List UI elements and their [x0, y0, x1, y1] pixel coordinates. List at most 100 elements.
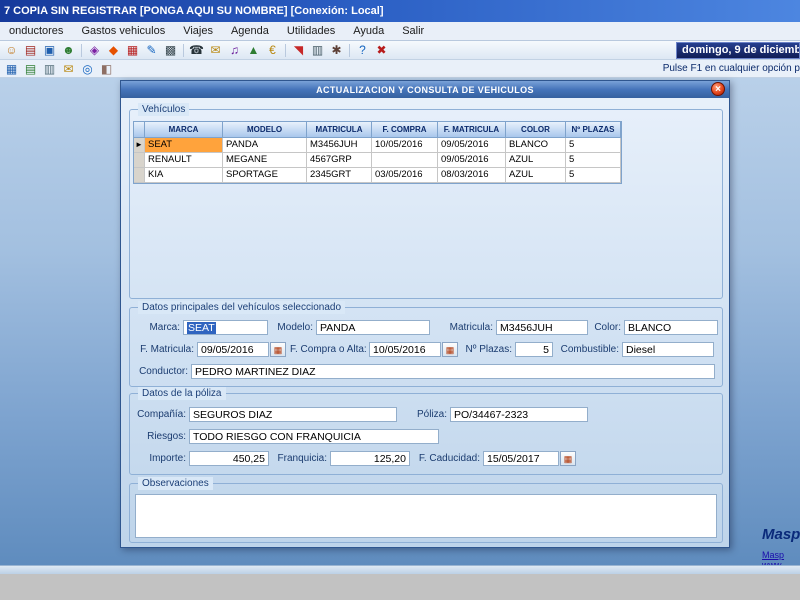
observations-group-label: Observaciones	[138, 477, 213, 490]
flag-icon[interactable]: ◥	[289, 42, 308, 59]
grid-cell[interactable]: 4567GRP	[307, 153, 372, 168]
caducidad-input[interactable]	[483, 451, 559, 466]
menu-item-agenda[interactable]: Agenda	[222, 23, 278, 39]
grid-col-header-plazas[interactable]: Nº PLAZAS	[566, 122, 621, 138]
dialog-title: ACTUALIZACION Y CONSULTA DE VEHICULOS	[316, 85, 534, 95]
matricula-input[interactable]	[496, 320, 588, 335]
grid-cell[interactable]: BLANCO	[506, 138, 566, 153]
franquicia-input[interactable]	[330, 451, 410, 466]
grid-col-header-matricula[interactable]: MATRICULA	[307, 122, 372, 138]
help-hint: Pulse F1 en cualquier opción p	[663, 63, 800, 74]
grid-cell[interactable]: 5	[566, 168, 621, 183]
menu-item-gastos-vehiculos[interactable]: Gastos vehiculos	[72, 23, 174, 39]
f-matricula-calendar-icon[interactable]: ▦	[270, 342, 286, 357]
combustible-input[interactable]	[622, 342, 714, 357]
marca-input[interactable]: SEAT	[183, 320, 268, 335]
observaciones-textarea[interactable]	[135, 494, 717, 538]
calendar-icon[interactable]: ▦	[123, 42, 142, 59]
modelo-input[interactable]	[316, 320, 430, 335]
notes-icon[interactable]: ✎	[142, 42, 161, 59]
f-compra-calendar-icon[interactable]: ▦	[442, 342, 458, 357]
secondary-toolbar: ▦ ▤ ▥ ✉ ◎ ◧ Pulse F1 en cualquier opción…	[0, 60, 800, 78]
grid-cell[interactable]: SEAT	[145, 138, 223, 153]
grid-cell[interactable]: 09/05/2016	[438, 153, 506, 168]
grid-cell[interactable]: 5	[566, 138, 621, 153]
importe-input[interactable]	[189, 451, 269, 466]
grid-col-header-f-matricula[interactable]: F. MATRICULA	[438, 122, 506, 138]
menu-bar: onductores Gastos vehiculos Viajes Agend…	[0, 22, 800, 41]
row-selected-marker-icon: ►	[134, 138, 145, 153]
table-row[interactable]: ► SEAT PANDA M3456JUH 10/05/2016 09/05/2…	[134, 138, 621, 153]
table-row[interactable]: KIA SPORTAGE 2345GRT 03/05/2016 08/03/20…	[134, 168, 621, 183]
grid-col-header-color[interactable]: COLOR	[506, 122, 566, 138]
exit-icon[interactable]: ✖	[372, 42, 391, 59]
grid-cell[interactable]: 5	[566, 153, 621, 168]
menu-item-viajes[interactable]: Viajes	[174, 23, 222, 39]
address-book-icon[interactable]: ▤	[21, 42, 40, 59]
riesgos-input[interactable]	[189, 429, 439, 444]
routes-icon[interactable]: ◈	[85, 42, 104, 59]
help-icon[interactable]: ?	[353, 42, 372, 59]
grid-cell[interactable]: KIA	[145, 168, 223, 183]
importe-label: Importe:	[136, 453, 186, 464]
card-icon[interactable]: ▤	[21, 60, 40, 77]
exit-door-icon[interactable]: ◧	[97, 60, 116, 77]
marca-selected-text: SEAT	[187, 322, 216, 334]
grid-col-header-f-compra[interactable]: F. COMPRA	[372, 122, 438, 138]
grid-cell[interactable]: 08/03/2016	[438, 168, 506, 183]
brand-link[interactable]: Masp	[762, 550, 800, 560]
toolbar-separator	[183, 44, 184, 57]
globe-icon[interactable]: ◎	[78, 60, 97, 77]
chart-icon[interactable]: ▲	[244, 42, 263, 59]
music-icon[interactable]: ♫	[225, 42, 244, 59]
mail2-icon[interactable]: ✉	[59, 60, 78, 77]
conductor-input[interactable]	[191, 364, 715, 379]
documents-icon[interactable]: ▥	[308, 42, 327, 59]
grid-cell[interactable]: 10/05/2016	[372, 138, 438, 153]
f-matricula-input[interactable]	[197, 342, 269, 357]
grid-cell[interactable]: RENAULT	[145, 153, 223, 168]
grid-cell[interactable]: 09/05/2016	[438, 138, 506, 153]
phone-icon[interactable]: ☎	[187, 42, 206, 59]
mail-icon[interactable]: ✉	[206, 42, 225, 59]
grid-cell[interactable]: AZUL	[506, 168, 566, 183]
close-icon[interactable]: ×	[711, 82, 725, 96]
grid-cell[interactable]: MEGANE	[223, 153, 307, 168]
grid-col-header-marca[interactable]: MARCA	[145, 122, 223, 138]
settings-icon[interactable]: ✱	[327, 42, 346, 59]
modelo-label: Modelo:	[268, 322, 313, 333]
window-titlebar[interactable]: 7 COPIA SIN REGISTRAR [PONGA AQUI SU NOM…	[0, 0, 800, 22]
vehicles-icon[interactable]: ▣	[40, 42, 59, 59]
menu-item-conductores[interactable]: onductores	[0, 23, 72, 39]
fuel-icon[interactable]: ◆	[104, 42, 123, 59]
grid-cell[interactable]: PANDA	[223, 138, 307, 153]
plazas-input[interactable]	[515, 342, 553, 357]
caducidad-calendar-icon[interactable]: ▦	[560, 451, 576, 466]
color-input[interactable]	[624, 320, 718, 335]
euro-icon[interactable]: €	[263, 42, 282, 59]
grid-cell[interactable]: M3456JUH	[307, 138, 372, 153]
menu-item-utilidades[interactable]: Utilidades	[278, 23, 344, 39]
compania-input[interactable]	[189, 407, 397, 422]
table-row[interactable]: RENAULT MEGANE 4567GRP 09/05/2016 AZUL 5	[134, 153, 621, 168]
poliza-input[interactable]	[450, 407, 588, 422]
dialog-titlebar[interactable]: ACTUALIZACION Y CONSULTA DE VEHICULOS ×	[121, 81, 729, 98]
grid-cell[interactable]: AZUL	[506, 153, 566, 168]
drivers-icon[interactable]: ☻	[59, 42, 78, 59]
grid-icon[interactable]: ▦	[2, 60, 21, 77]
observations-group: Observaciones	[129, 483, 723, 543]
clients-icon[interactable]: ☺	[2, 42, 21, 59]
riesgos-label: Riesgos:	[136, 431, 186, 442]
grid-cell[interactable]: 2345GRT	[307, 168, 372, 183]
grid-cell[interactable]: SPORTAGE	[223, 168, 307, 183]
caducidad-label: F. Caducidad:	[418, 453, 480, 464]
printer-icon[interactable]: ▥	[40, 60, 59, 77]
calculator-icon[interactable]: ▩	[161, 42, 180, 59]
grid-cell[interactable]: 03/05/2016	[372, 168, 438, 183]
menu-item-salir[interactable]: Salir	[393, 23, 433, 39]
f-compra-input[interactable]	[369, 342, 441, 357]
grid-col-header-modelo[interactable]: MODELO	[223, 122, 307, 138]
menu-item-ayuda[interactable]: Ayuda	[344, 23, 393, 39]
grid-cell[interactable]	[372, 153, 438, 168]
brand-logo: Masp	[762, 526, 800, 543]
